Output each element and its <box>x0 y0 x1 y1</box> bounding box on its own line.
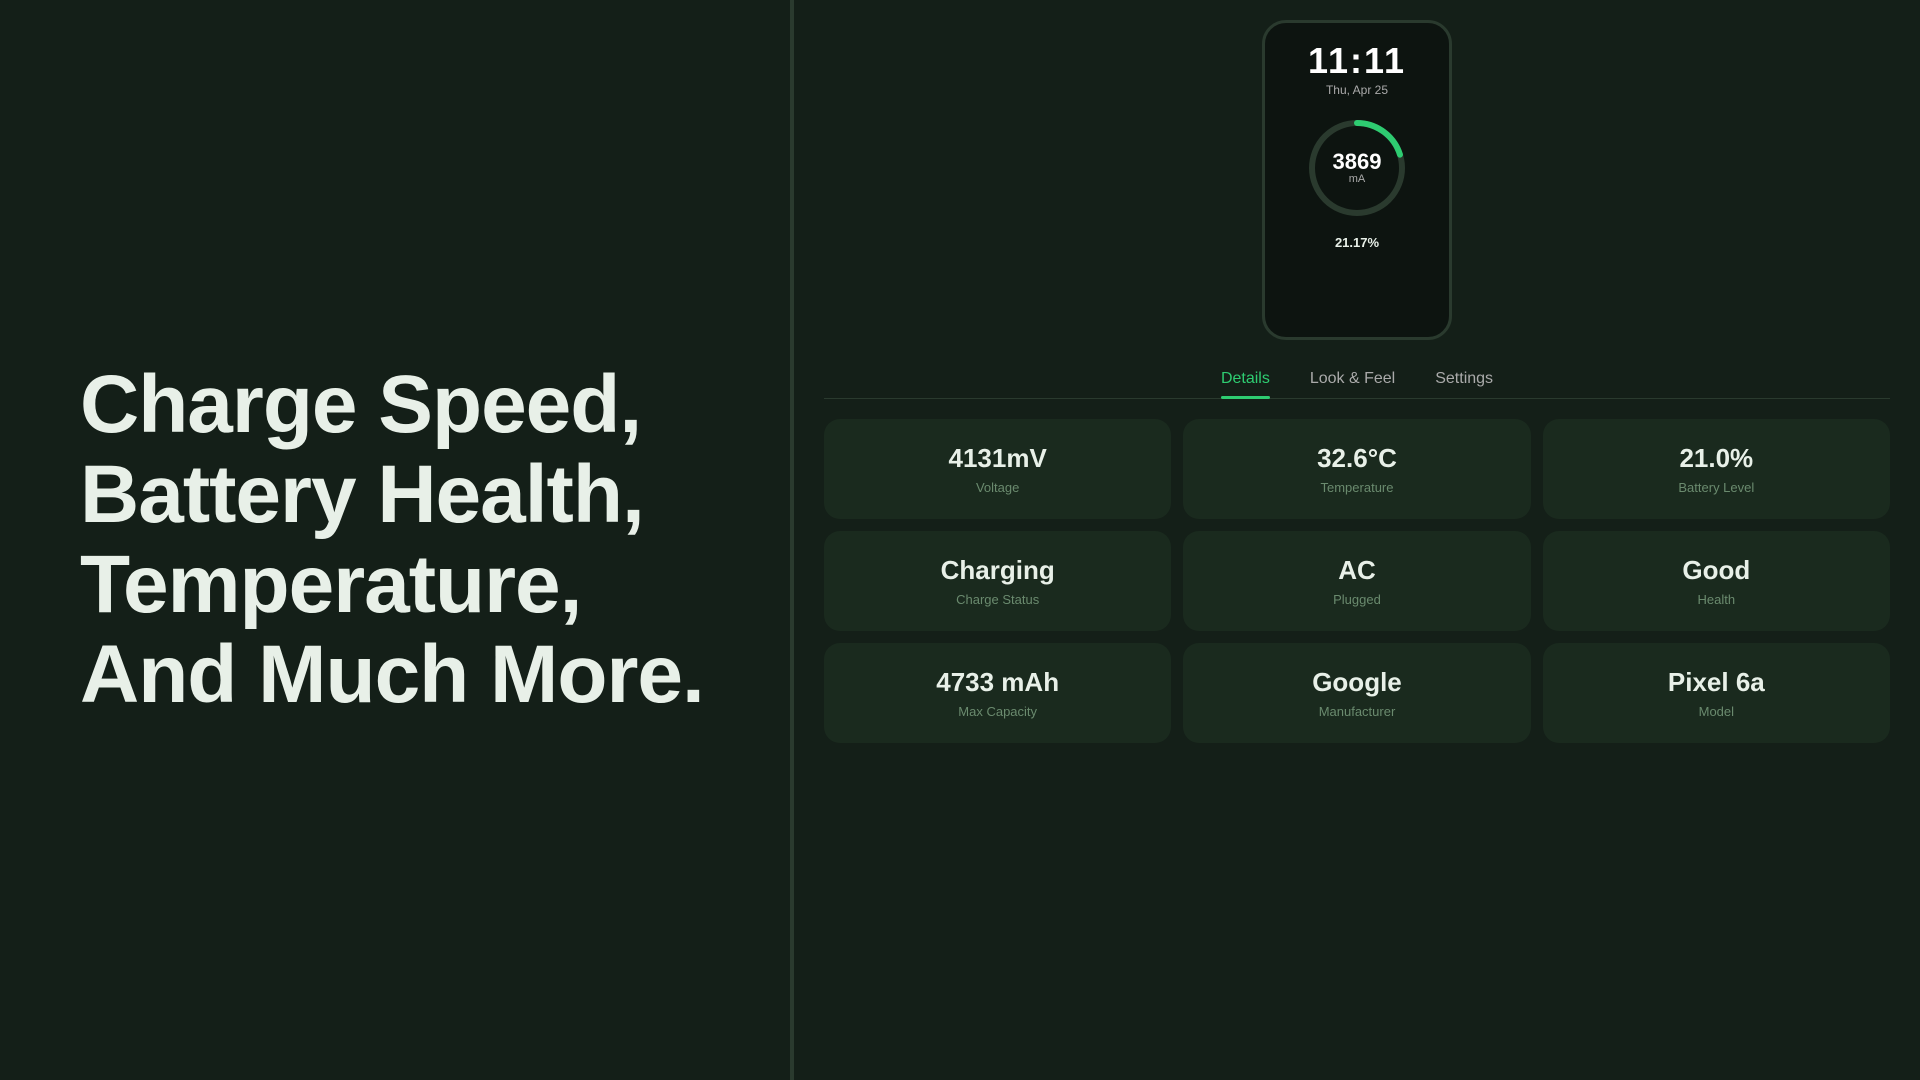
right-panel: 11:11 Thu, Apr 25 3869 mA 21.17% Details… <box>794 0 1920 1080</box>
info-grid: 4131mV Voltage 32.6°C Temperature 21.0% … <box>824 419 1890 743</box>
model-value: Pixel 6a <box>1668 667 1765 698</box>
health-value: Good <box>1682 555 1750 586</box>
tab-look-and-feel[interactable]: Look & Feel <box>1310 370 1395 398</box>
phone-mockup: 11:11 Thu, Apr 25 3869 mA 21.17% <box>1262 20 1452 340</box>
info-card-health: Good Health <box>1543 531 1890 631</box>
voltage-value: 4131mV <box>949 443 1047 474</box>
info-card-plugged: AC Plugged <box>1183 531 1530 631</box>
battery-level-value: 21.0% <box>1679 443 1753 474</box>
info-card-charge-status: Charging Charge Status <box>824 531 1171 631</box>
info-card-temperature: 32.6°C Temperature <box>1183 419 1530 519</box>
battery-gauge: 3869 mA <box>1302 113 1412 223</box>
temperature-label: Temperature <box>1321 480 1394 495</box>
plugged-value: AC <box>1338 555 1376 586</box>
info-card-manufacturer: Google Manufacturer <box>1183 643 1530 743</box>
charge-status-value: Charging <box>941 555 1055 586</box>
info-card-model: Pixel 6a Model <box>1543 643 1890 743</box>
voltage-label: Voltage <box>976 480 1019 495</box>
health-label: Health <box>1698 592 1736 607</box>
info-card-battery-level: 21.0% Battery Level <box>1543 419 1890 519</box>
gauge-unit: mA <box>1333 173 1382 185</box>
tabs-container: Details Look & Feel Settings <box>824 370 1890 399</box>
battery-level-label: Battery Level <box>1678 480 1754 495</box>
temperature-value: 32.6°C <box>1317 443 1397 474</box>
phone-percent: 21.17% <box>1335 235 1379 250</box>
plugged-label: Plugged <box>1333 592 1381 607</box>
left-panel: Charge Speed,Battery Health,Temperature,… <box>0 0 790 1080</box>
phone-time: 11:11 <box>1308 43 1406 79</box>
gauge-inner: 3869 mA <box>1333 151 1382 185</box>
hero-text: Charge Speed,Battery Health,Temperature,… <box>80 360 704 721</box>
info-card-max-capacity: 4733 mAh Max Capacity <box>824 643 1171 743</box>
tab-settings[interactable]: Settings <box>1435 370 1493 398</box>
model-label: Model <box>1699 704 1734 719</box>
manufacturer-value: Google <box>1312 667 1402 698</box>
manufacturer-label: Manufacturer <box>1319 704 1396 719</box>
charge-status-label: Charge Status <box>956 592 1039 607</box>
info-card-voltage: 4131mV Voltage <box>824 419 1171 519</box>
gauge-value: 3869 <box>1333 151 1382 173</box>
tab-details[interactable]: Details <box>1221 370 1270 398</box>
phone-date: Thu, Apr 25 <box>1326 83 1388 97</box>
max-capacity-value: 4733 mAh <box>936 667 1059 698</box>
max-capacity-label: Max Capacity <box>958 704 1037 719</box>
